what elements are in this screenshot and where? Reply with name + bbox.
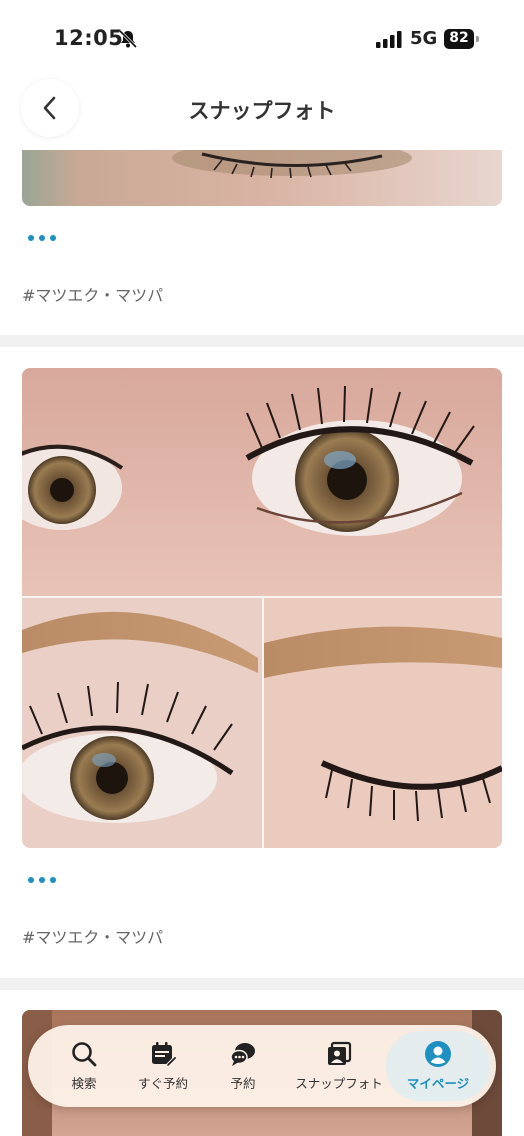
battery-level: 82	[449, 30, 469, 46]
signal-icon	[376, 31, 402, 48]
user-icon	[425, 1041, 451, 1067]
status-bar: 12:05 5G 82	[0, 0, 524, 78]
snap-photo[interactable]	[22, 150, 502, 206]
divider	[0, 978, 524, 990]
bell-muted-icon	[118, 29, 138, 49]
network-type: 5G	[410, 28, 438, 49]
divider	[0, 335, 524, 347]
more-options-button[interactable]	[28, 235, 56, 241]
post-tag[interactable]: #マツエク・マツパ	[22, 924, 163, 948]
nav-reservations[interactable]: 予約	[212, 1025, 274, 1107]
nav-label: スナップフォト	[295, 1076, 383, 1091]
nav-quick-reserve[interactable]: すぐ予約	[126, 1025, 200, 1107]
nav-label: すぐ予約	[137, 1076, 188, 1091]
page-title: スナップフォト	[188, 99, 336, 123]
nav-label: マイページ	[406, 1076, 470, 1091]
nav-snap-photo[interactable]: スナップフォト	[286, 1025, 392, 1107]
search-icon	[72, 1042, 97, 1067]
calendar-edit-icon	[152, 1042, 177, 1068]
nav-search[interactable]: 検索	[50, 1025, 118, 1107]
nav-my-page[interactable]: マイページ	[386, 1031, 490, 1101]
photo-icon	[328, 1041, 352, 1065]
nav-label: 予約	[230, 1076, 256, 1091]
battery-icon: 82	[444, 29, 480, 49]
more-options-button[interactable]	[28, 877, 56, 883]
chat-bubble-icon	[230, 1043, 255, 1066]
nav-label: 検索	[71, 1076, 97, 1091]
snap-photo[interactable]	[22, 368, 502, 848]
bottom-navigation: 検索 すぐ予約 予約 スナップフォト マイページ	[28, 1025, 496, 1107]
post-tag[interactable]: #マツエク・マツパ	[22, 282, 163, 306]
status-time: 12:05	[54, 26, 124, 50]
header: スナップフォト	[0, 78, 524, 148]
